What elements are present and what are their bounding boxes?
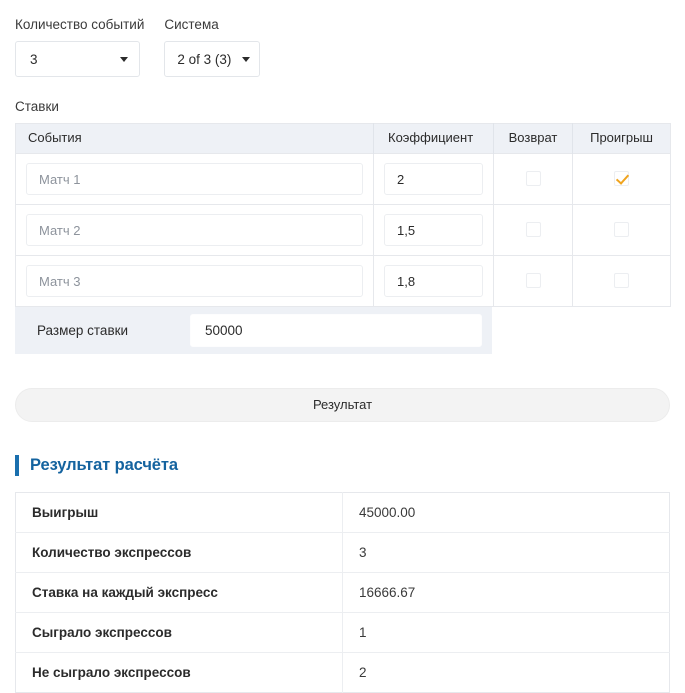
bets-table-wrapper: События Коэффициент Возврат Проигрыш <box>0 123 685 307</box>
table-row: Не сыграло экспрессов 2 <box>15 652 670 693</box>
table-row <box>15 204 671 256</box>
system-value: 2 of 3 (3) <box>177 51 232 67</box>
result-value: 45000.00 <box>342 492 670 533</box>
loss-checkbox-2[interactable] <box>614 222 629 238</box>
chevron-down-icon <box>242 57 251 62</box>
chevron-down-icon <box>120 57 128 62</box>
column-header-return: Возврат <box>493 123 573 154</box>
system-label: Система <box>164 17 219 32</box>
bets-table: События Коэффициент Возврат Проигрыш <box>15 123 671 307</box>
events-count-value: 3 <box>30 51 38 67</box>
cell-loss <box>572 255 671 307</box>
bets-section-label: Ставки <box>15 99 59 114</box>
cell-coefficient <box>373 204 494 256</box>
event-input-2[interactable] <box>26 214 363 246</box>
selectors-row: Количество событий 3 Система 2 of 3 (3) <box>0 0 685 77</box>
events-count-label: Количество событий <box>15 17 145 32</box>
cell-coefficient <box>373 153 494 205</box>
system-select[interactable]: 2 of 3 (3) <box>164 41 261 77</box>
cell-event <box>15 255 374 307</box>
column-header-loss: Проигрыш <box>572 123 671 154</box>
coefficient-input-3[interactable] <box>384 265 483 297</box>
column-header-coefficient: Коэффициент <box>373 123 494 154</box>
event-input-1[interactable] <box>26 163 363 195</box>
coefficient-input-2[interactable] <box>384 214 483 246</box>
heading-accent-bar <box>15 454 19 476</box>
cell-coefficient <box>373 255 494 307</box>
table-row: Выигрыш 45000.00 <box>15 492 670 533</box>
table-row: Количество экспрессов 3 <box>15 532 670 573</box>
loss-checkbox-3[interactable] <box>614 273 629 289</box>
event-input-3[interactable] <box>26 265 363 297</box>
cell-return <box>493 255 573 307</box>
cell-loss <box>572 204 671 256</box>
system-field: Система 2 of 3 (3) <box>164 17 261 77</box>
result-heading-text: Результат расчёта <box>30 455 178 474</box>
cell-event <box>15 153 374 205</box>
return-checkbox-1[interactable] <box>525 171 541 187</box>
table-row <box>15 153 671 205</box>
events-count-field: Количество событий 3 <box>15 17 144 77</box>
result-value: 16666.67 <box>342 572 670 613</box>
table-row <box>15 255 671 307</box>
cell-return <box>493 204 573 256</box>
coefficient-input-1[interactable] <box>384 163 483 195</box>
result-table-wrapper: Выигрыш 45000.00 Количество экспрессов 3… <box>0 492 685 693</box>
result-heading: Результат расчёта <box>15 453 685 477</box>
result-key: Выигрыш <box>15 492 343 533</box>
loss-checkbox-1[interactable] <box>614 171 629 187</box>
cell-event <box>15 204 374 256</box>
stake-label: Размер ставки <box>37 323 129 338</box>
result-value: 1 <box>342 612 670 653</box>
result-key: Не сыграло экспрессов <box>15 652 343 693</box>
events-count-select[interactable]: 3 <box>15 41 140 77</box>
column-header-event: События <box>15 123 374 154</box>
result-button[interactable]: Результат <box>15 388 670 422</box>
return-checkbox-3[interactable] <box>525 273 541 289</box>
result-table: Выигрыш 45000.00 Количество экспрессов 3… <box>15 492 670 693</box>
calculator-page: Количество событий 3 Система 2 of 3 (3) … <box>0 0 685 693</box>
table-row: Ставка на каждый экспресс 16666.67 <box>15 572 670 613</box>
return-checkbox-2[interactable] <box>525 222 541 238</box>
stake-input[interactable] <box>190 314 482 347</box>
table-row: Сыграло экспрессов 1 <box>15 612 670 653</box>
cell-loss <box>572 153 671 205</box>
bets-table-header-row: События Коэффициент Возврат Проигрыш <box>15 123 671 154</box>
stake-row: Размер ставки <box>15 307 492 354</box>
result-key: Сыграло экспрессов <box>15 612 343 653</box>
result-value: 3 <box>342 532 670 573</box>
result-value: 2 <box>359 665 367 680</box>
cell-return <box>493 153 573 205</box>
result-key: Ставка на каждый экспресс <box>15 572 343 613</box>
result-key: Количество экспрессов <box>15 532 343 573</box>
